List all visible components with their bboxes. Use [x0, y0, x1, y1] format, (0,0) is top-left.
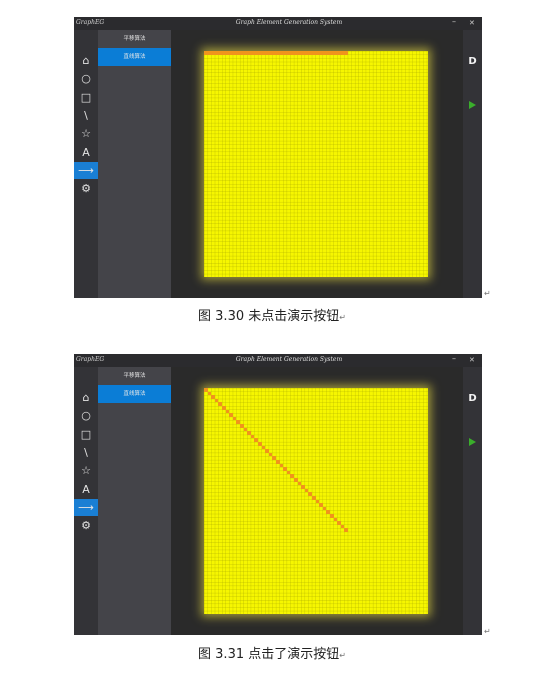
home-icon[interactable]: ⌂: [74, 52, 98, 69]
close-button[interactable]: ✕: [469, 19, 475, 27]
minimize-button[interactable]: –: [452, 17, 456, 26]
pixel-grid[interactable]: [204, 51, 428, 277]
canvas-area: [171, 30, 463, 298]
gear-icon[interactable]: ⚙: [74, 517, 98, 534]
line-icon[interactable]: \: [74, 444, 98, 461]
algorithm-item-line[interactable]: 直线算法: [98, 385, 171, 403]
caption-text: 图 3.30 未点击演示按钮: [198, 309, 340, 324]
title-bar: GraphEG Graph Element Generation System …: [74, 17, 482, 30]
gear-icon[interactable]: ⚙: [74, 180, 98, 197]
minimize-button[interactable]: –: [452, 354, 456, 363]
text-icon[interactable]: A: [74, 481, 98, 498]
mode-label[interactable]: D: [463, 56, 482, 67]
tool-icon-bar: ⌂ ○ □ \ ☆ A ⟶ ⚙: [74, 30, 98, 298]
return-mark: ↵: [339, 313, 346, 322]
line-icon[interactable]: \: [74, 107, 98, 124]
figure-caption: 图 3.31 点击了演示按钮↵: [0, 643, 544, 662]
play-icon[interactable]: [469, 101, 476, 109]
home-icon[interactable]: ⌂: [74, 389, 98, 406]
text-icon[interactable]: A: [74, 144, 98, 161]
arrow-icon[interactable]: ⟶: [74, 161, 98, 179]
app-screenshot-after: GraphEG Graph Element Generation System …: [74, 354, 482, 635]
algorithm-sidebar: 平移算法 直线算法: [98, 30, 171, 298]
highlighted-pixel: [344, 528, 348, 532]
algorithm-item-translate[interactable]: 平移算法: [98, 367, 171, 385]
algorithm-sidebar: 平移算法 直线算法: [98, 367, 171, 635]
square-icon[interactable]: □: [74, 89, 98, 106]
app-logo: GraphEG: [76, 356, 105, 363]
figure-caption: 图 3.30 未点击演示按钮↵: [0, 305, 544, 324]
play-icon[interactable]: [469, 438, 476, 446]
return-mark: ↵: [484, 627, 491, 636]
right-panel: D: [463, 30, 482, 298]
canvas-area: [171, 367, 463, 635]
mode-label[interactable]: D: [463, 393, 482, 404]
return-mark: ↵: [484, 289, 491, 298]
algorithm-item-line[interactable]: 直线算法: [98, 48, 171, 66]
right-panel: D: [463, 367, 482, 635]
app-screenshot-before: GraphEG Graph Element Generation System …: [74, 17, 482, 298]
star-icon[interactable]: ☆: [74, 125, 98, 142]
pixel-grid[interactable]: [204, 388, 428, 614]
circle-icon[interactable]: ○: [74, 70, 98, 87]
caption-text: 图 3.31 点击了演示按钮: [198, 647, 340, 662]
window-title: Graph Element Generation System: [235, 19, 343, 26]
window-title: Graph Element Generation System: [235, 356, 343, 363]
algorithm-item-translate[interactable]: 平移算法: [98, 30, 171, 48]
return-mark: ↵: [339, 651, 346, 660]
star-icon[interactable]: ☆: [74, 462, 98, 479]
title-bar: GraphEG Graph Element Generation System …: [74, 354, 482, 367]
close-button[interactable]: ✕: [469, 356, 475, 364]
arrow-icon[interactable]: ⟶: [74, 498, 98, 516]
tool-icon-bar: ⌂ ○ □ \ ☆ A ⟶ ⚙: [74, 367, 98, 635]
highlighted-pixel: [344, 51, 348, 55]
app-logo: GraphEG: [76, 19, 105, 26]
square-icon[interactable]: □: [74, 426, 98, 443]
circle-icon[interactable]: ○: [74, 407, 98, 424]
